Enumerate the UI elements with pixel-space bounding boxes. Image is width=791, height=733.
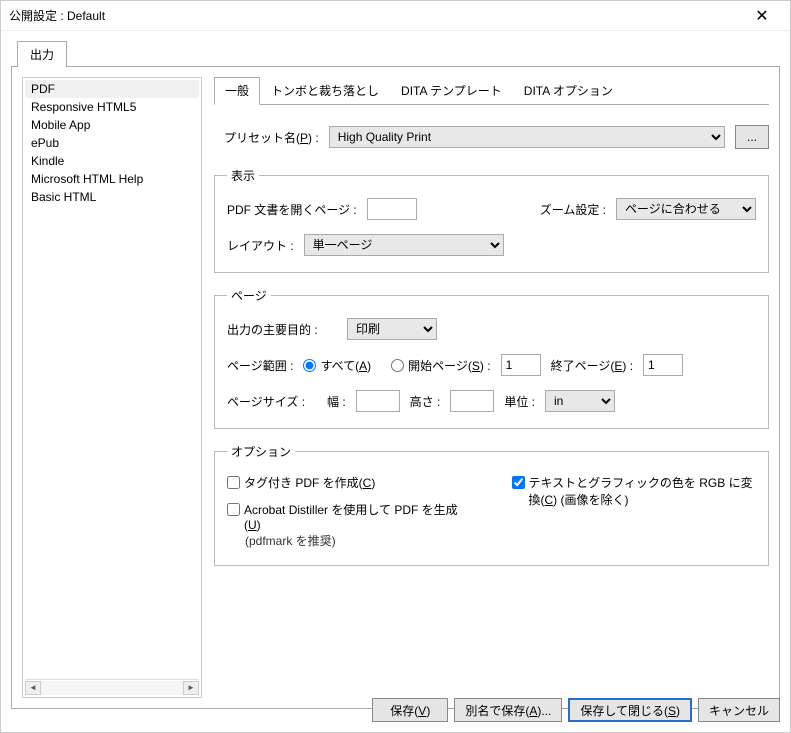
display-legend: 表示 [227, 167, 259, 184]
tab-dita-template[interactable]: DITA テンプレート [390, 77, 513, 104]
sidebar-scrollbar[interactable]: ◄ ► [25, 679, 199, 695]
height-input[interactable] [450, 390, 494, 412]
sidebar-item-mshelp[interactable]: Microsoft HTML Help [25, 170, 199, 188]
display-group: 表示 PDF 文書を開くページ : ズーム設定 : ページに合わせる レイアウト… [214, 167, 769, 273]
preset-select[interactable]: High Quality Print [329, 126, 725, 148]
sidebar-item-mobile[interactable]: Mobile App [25, 116, 199, 134]
cancel-button[interactable]: キャンセル [698, 698, 780, 722]
tab-dita-options[interactable]: DITA オプション [513, 77, 624, 104]
distiller-note: (pdfmark を推奨) [245, 532, 472, 549]
close-icon[interactable]: ✕ [742, 2, 782, 30]
open-page-input[interactable] [367, 198, 417, 220]
footer: 保存(V) 別名で保存(A)... 保存して閉じる(S) キャンセル [372, 698, 780, 722]
zoom-label: ズーム設定 : [540, 201, 606, 218]
size-label: ページサイズ : [227, 393, 317, 410]
output-sidebar: PDF Responsive HTML5 Mobile App ePub Kin… [22, 77, 202, 698]
zoom-select[interactable]: ページに合わせる [616, 198, 756, 220]
start-page-input[interactable] [501, 354, 541, 376]
layout-select[interactable]: 単一ページ [304, 234, 504, 256]
titlebar: 公開設定 : Default ✕ [1, 1, 790, 31]
tab-marks[interactable]: トンボと裁ち落とし [260, 77, 390, 104]
range-start-radio[interactable]: 開始ページ(S) : [391, 357, 490, 374]
page-group: ページ 出力の主要目的 : 印刷 ページ範囲 : すべて(A) 開始ページ(S)… [214, 287, 769, 429]
tagged-pdf-checkbox[interactable]: タグ付き PDF を作成(C) [227, 474, 472, 491]
save-close-button[interactable]: 保存して閉じる(S) [568, 698, 692, 722]
inner-tabs: 一般 トンボと裁ち落とし DITA テンプレート DITA オプション [214, 77, 769, 105]
purpose-label: 出力の主要目的 : [227, 321, 337, 338]
options-legend: オプション [227, 443, 295, 460]
open-page-label: PDF 文書を開くページ : [227, 201, 357, 218]
width-label: 幅 : [327, 393, 346, 410]
range-label: ページ範囲 : [227, 357, 293, 374]
preset-browse-button[interactable]: ... [735, 125, 769, 149]
scroll-left-icon[interactable]: ◄ [25, 681, 41, 695]
save-button[interactable]: 保存(V) [372, 698, 448, 722]
options-group: オプション タグ付き PDF を作成(C) Acrobat Distiller … [214, 443, 769, 566]
tab-output[interactable]: 出力 [17, 41, 67, 67]
end-page-input[interactable] [643, 354, 683, 376]
sidebar-item-html5[interactable]: Responsive HTML5 [25, 98, 199, 116]
sidebar-item-kindle[interactable]: Kindle [25, 152, 199, 170]
rgb-checkbox[interactable]: テキストとグラフィックの色を RGB に変換(C) (画像を除く) [512, 474, 757, 508]
width-input[interactable] [356, 390, 400, 412]
page-legend: ページ [227, 287, 271, 304]
save-as-button[interactable]: 別名で保存(A)... [454, 698, 562, 722]
end-page-label: 終了ページ(E) : [551, 357, 633, 374]
scroll-right-icon[interactable]: ► [183, 681, 199, 695]
layout-label: レイアウト : [227, 237, 294, 254]
unit-select[interactable]: in [545, 390, 615, 412]
sidebar-item-pdf[interactable]: PDF [25, 80, 199, 98]
sidebar-item-basichtml[interactable]: Basic HTML [25, 188, 199, 206]
distiller-checkbox[interactable]: Acrobat Distiller を使用して PDF を生成(U) [227, 501, 472, 532]
unit-label: 単位 : [504, 393, 535, 410]
scroll-track[interactable] [41, 681, 183, 695]
purpose-select[interactable]: 印刷 [347, 318, 437, 340]
range-all-radio[interactable]: すべて(A) [303, 357, 371, 374]
preset-label: プリセット名(P) : [224, 129, 319, 146]
height-label: 高さ : [410, 393, 441, 410]
tab-general[interactable]: 一般 [214, 77, 260, 105]
sidebar-item-epub[interactable]: ePub [25, 134, 199, 152]
window-title: 公開設定 : Default [9, 7, 742, 24]
